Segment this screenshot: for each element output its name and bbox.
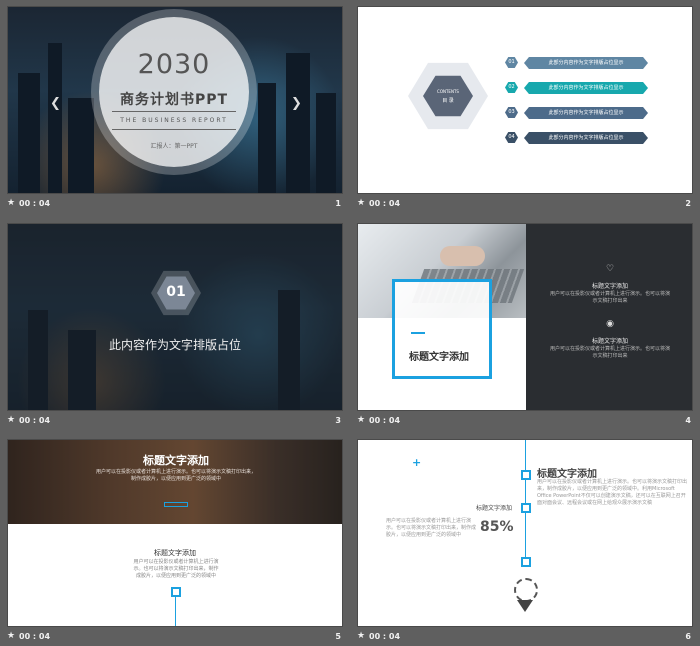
- building: [48, 43, 62, 193]
- toc-item[interactable]: 04 此部分内容作为文字排版占位显示: [505, 132, 650, 144]
- building: [68, 98, 94, 193]
- slide-number: 5: [335, 632, 341, 641]
- transition-star-icon: ★: [357, 415, 366, 425]
- right-title: 标题文字添加: [537, 469, 597, 480]
- toc-item[interactable]: 03 此部分内容作为文字排版占位显示: [505, 107, 650, 119]
- toc-item[interactable]: 02 此部分内容作为文字排版占位显示: [505, 82, 650, 94]
- block-title: 标题文字添加: [591, 338, 628, 345]
- plus-icon: +: [412, 456, 422, 469]
- left-body: 用户可以在投影仪或者计算机上进行演示。也可以将演示文稿打印出来，制作成胶片，以便…: [386, 518, 477, 538]
- percent-value: 85%: [480, 519, 514, 535]
- box-title: 标题文字添加: [409, 352, 469, 363]
- slide-timing: 00 : 04: [369, 199, 401, 208]
- slide-canvas-2: CONTENTS 目 录 01 此部分内容作为文字排版占位显示 02 此部分内容…: [357, 6, 693, 194]
- slide-number: 6: [685, 632, 691, 641]
- block-title: 标题文字添加: [591, 283, 628, 290]
- slide-footer: ★ 00 : 04 3: [7, 415, 343, 429]
- transition-star-icon: ★: [7, 631, 16, 641]
- subtitle: THE BUSINESS REPORT: [120, 117, 228, 124]
- slide-timing: 00 : 04: [369, 632, 401, 641]
- building: [258, 83, 276, 193]
- timeline-node: [521, 557, 531, 567]
- dark-panel: ♡ 标题文字添加 用户可以在投影仪或者计算机上进行演示。也可以将演示文稿打印出来…: [526, 224, 692, 410]
- divider: [112, 129, 236, 130]
- slide-timing: 00 : 04: [19, 199, 51, 208]
- transition-star-icon: ★: [7, 415, 16, 425]
- heart-icon: ♡: [605, 264, 615, 274]
- slide-canvas-5: 标题文字添加 用户可以在投影仪或者计算机上进行演示。也可以将演示文稿打印出来，制…: [7, 439, 343, 627]
- contents-sub: 目 录: [442, 98, 454, 104]
- main-title: 商务计划书PPT: [119, 92, 229, 108]
- slide-footer: ★ 00 : 04 6: [357, 631, 693, 645]
- presenter: 汇报人：第一PPT: [150, 143, 198, 150]
- chevron-right-icon[interactable]: ❯: [291, 96, 302, 111]
- toc-bar: 此部分内容作为文字排版占位显示: [524, 132, 648, 144]
- title-box: 标题文字添加: [392, 279, 492, 379]
- timeline-node: [171, 587, 181, 597]
- slide-number: 2: [685, 199, 691, 208]
- award-icon: [514, 578, 538, 602]
- toc-bar: 此部分内容作为文字排版占位显示: [524, 57, 648, 69]
- slide-canvas-6: + 标题文字添加 用户可以在投影仪或者计算机上进行演示。也可以将演示文稿打印出来…: [357, 439, 693, 627]
- slide-footer: ★ 00 : 04 4: [357, 415, 693, 429]
- timeline-line: [175, 597, 176, 626]
- header-underline: [164, 502, 188, 507]
- transition-star-icon: ★: [357, 631, 366, 641]
- timeline-node: [521, 470, 531, 480]
- transition-star-icon: ★: [7, 198, 16, 208]
- toc-bar: 此部分内容作为文字排版占位显示: [524, 107, 648, 119]
- chevron-left-icon[interactable]: ❮: [50, 96, 61, 111]
- building: [286, 53, 310, 193]
- slide-number: 3: [335, 416, 341, 425]
- building: [18, 73, 40, 193]
- transition-star-icon: ★: [357, 198, 366, 208]
- divider: [112, 111, 236, 112]
- left-title: 标题文字添加: [475, 505, 512, 512]
- slide-timing: 00 : 04: [369, 416, 401, 425]
- dark-overlay: [8, 224, 342, 410]
- slide-footer: ★ 00 : 04 1: [7, 198, 343, 212]
- hand: [440, 246, 485, 266]
- slide-number: 4: [685, 416, 691, 425]
- mid-body: 用户可以在投影仪或者计算机上进行演示。也可以将演示文稿打印出来，制作成胶片，以便…: [133, 559, 219, 579]
- slide-footer: ★ 00 : 04 5: [7, 631, 343, 645]
- section-number: 01: [166, 284, 186, 300]
- mid-title: 标题文字添加: [154, 549, 196, 557]
- contents-label: CONTENTS: [437, 89, 459, 94]
- slide-canvas-1: 2030 商务计划书PPT THE BUSINESS REPORT 汇报人：第一…: [7, 6, 343, 194]
- toc-badge: 04: [505, 132, 518, 143]
- camera-icon: ◉: [606, 319, 614, 329]
- building: [316, 93, 336, 193]
- slide-timing: 00 : 04: [19, 416, 51, 425]
- right-body: 用户可以在投影仪或者计算机上进行演示。也可以将演示文稿打印出来，制作成胶片，以便…: [537, 479, 688, 506]
- accent-line: [411, 332, 425, 334]
- slide-timing: 00 : 04: [19, 632, 51, 641]
- block-body: 用户可以在投影仪或者计算机上进行演示。也可以将演示文稿打印出来: [550, 291, 671, 304]
- header-body: 用户可以在投影仪或者计算机上进行演示。也可以将演示文稿打印出来，制作成胶片，以便…: [96, 469, 257, 482]
- section-title: 此内容作为文字排版占位: [108, 338, 241, 352]
- block-body: 用户可以在投影仪或者计算机上进行演示。也可以将演示文稿打印出来: [550, 346, 671, 359]
- title-circle: 2030 商务计划书PPT THE BUSINESS REPORT 汇报人：第一…: [99, 17, 249, 167]
- slide-footer: ★ 00 : 04 2: [357, 198, 693, 212]
- toc-bar: 此部分内容作为文字排版占位显示: [524, 82, 648, 94]
- slide-number: 1: [335, 199, 341, 208]
- slide-canvas-3: 01 此内容作为文字排版占位: [7, 223, 343, 411]
- toc-badge: 01: [505, 57, 518, 68]
- toc-badge: 02: [505, 82, 518, 93]
- toc-badge: 03: [505, 107, 518, 118]
- year-text: 2030: [137, 49, 211, 80]
- timeline-node: [521, 503, 531, 513]
- header-photo: 标题文字添加 用户可以在投影仪或者计算机上进行演示。也可以将演示文稿打印出来，制…: [8, 440, 342, 524]
- header-title: 标题文字添加: [143, 454, 209, 467]
- toc-item[interactable]: 01 此部分内容作为文字排版占位显示: [505, 57, 650, 69]
- award-ribbon: [517, 600, 533, 612]
- slide-canvas-4: ♡ 标题文字添加 用户可以在投影仪或者计算机上进行演示。也可以将演示文稿打印出来…: [357, 223, 693, 411]
